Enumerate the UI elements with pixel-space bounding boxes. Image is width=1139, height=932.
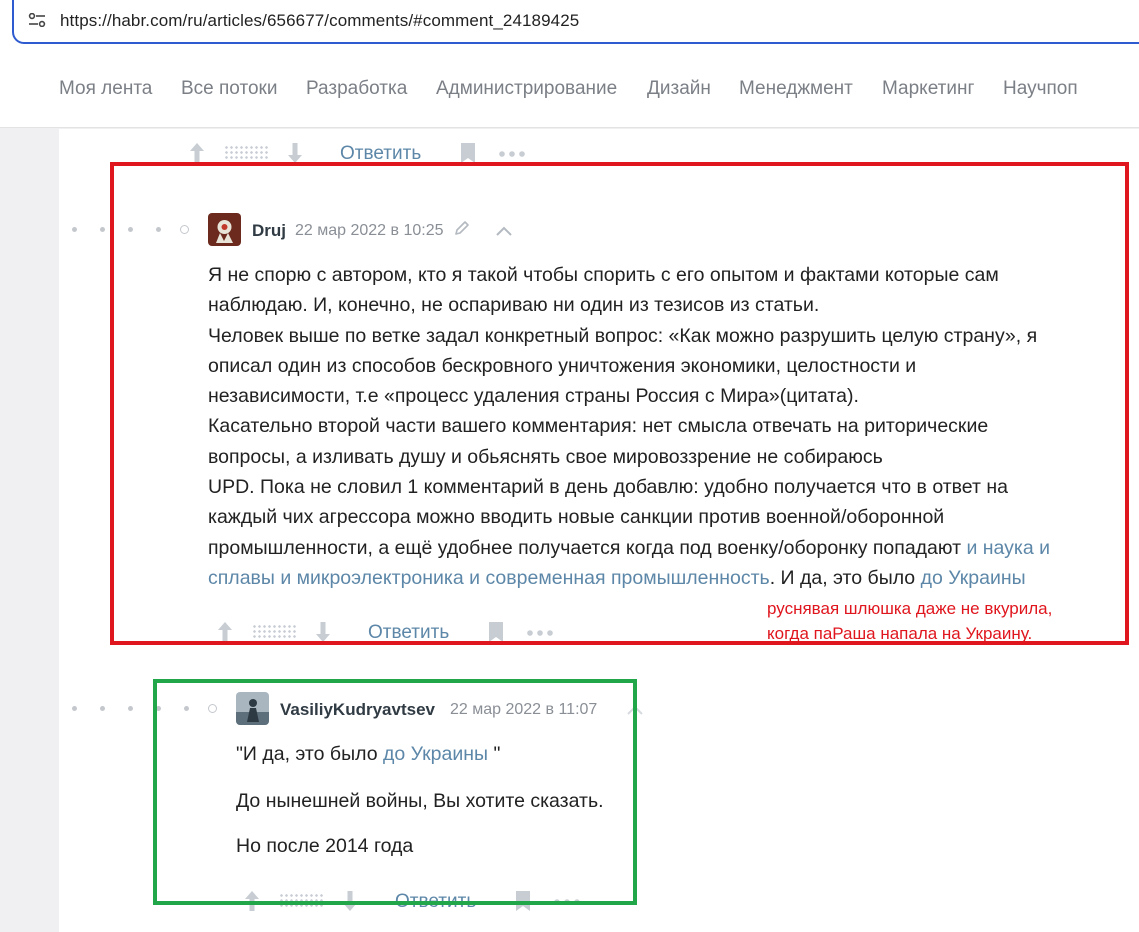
browser-toolbar: https://habr.com/ru/articles/656677/comm… <box>0 0 1139 48</box>
bookmark-icon[interactable] <box>460 142 476 164</box>
nav-item-administration[interactable]: Администрирование <box>436 78 617 100</box>
nav-item-marketing[interactable]: Маркетинг <box>882 78 974 100</box>
url-text[interactable]: https://habr.com/ru/articles/656677/comm… <box>60 11 579 31</box>
nav-item-development[interactable]: Разработка <box>306 78 407 100</box>
nav-item-management[interactable]: Менеджмент <box>739 78 853 100</box>
rating-placeholder <box>224 145 268 161</box>
nav-item-design[interactable]: Дизайн <box>647 78 711 100</box>
more-icon[interactable] <box>499 151 527 157</box>
red-highlight-frame <box>110 162 1129 645</box>
site-settings-icon[interactable] <box>28 13 46 27</box>
nav-item-popular-science[interactable]: Научпоп <box>1003 78 1078 100</box>
green-highlight-frame <box>153 679 637 905</box>
nav-item-my-feed[interactable]: Моя лента <box>59 78 152 100</box>
top-navigation: Моя лента Все потоки Разработка Админист… <box>0 48 1139 128</box>
address-bar[interactable]: https://habr.com/ru/articles/656677/comm… <box>12 0 1139 44</box>
nav-item-all-streams[interactable]: Все потоки <box>181 78 277 100</box>
